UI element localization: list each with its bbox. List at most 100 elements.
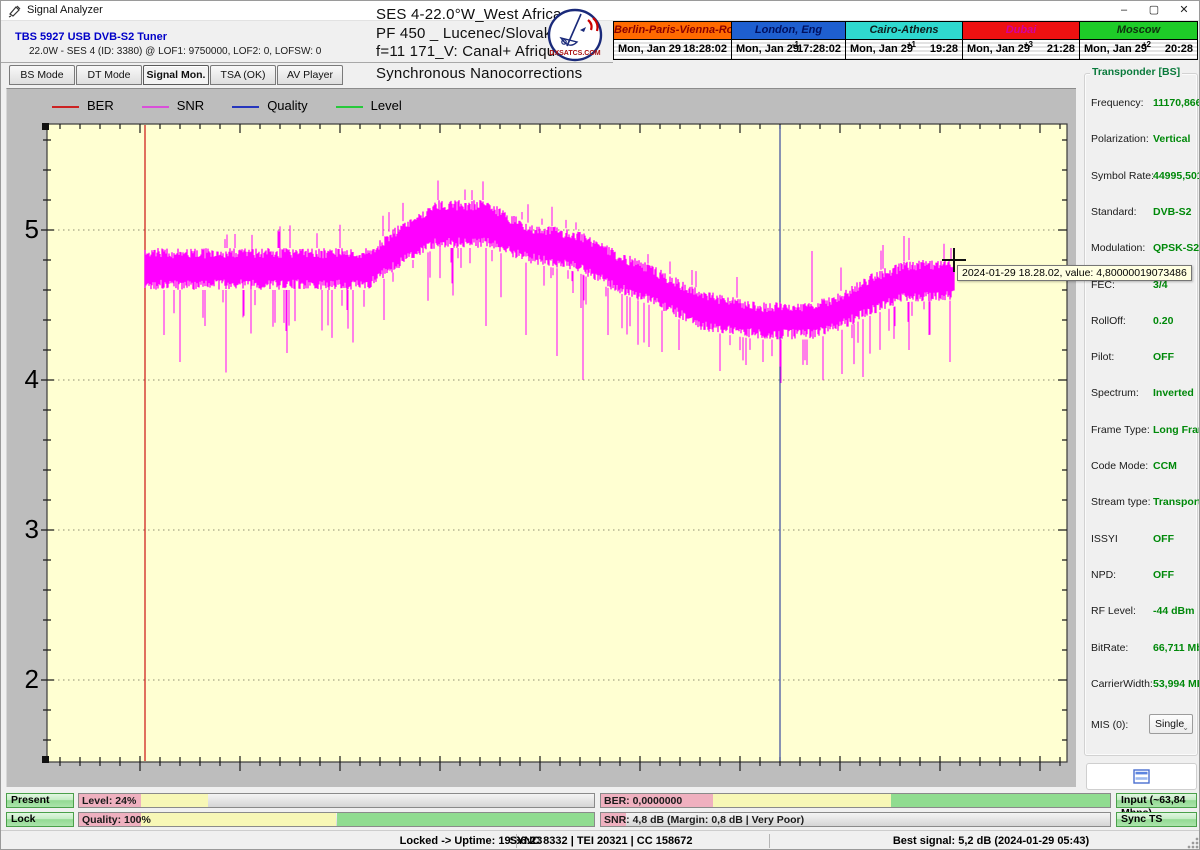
mode-tabs: BS ModeDT ModeSignal Mon.TSA (OK)AV Play… xyxy=(9,65,344,86)
clock-date: Mon, Jan 29 xyxy=(967,43,1030,55)
clock-time-row: Mon, Jan 29 -1 17:28:02 xyxy=(732,40,845,59)
sidebar-value-9: Long Frame xyxy=(1153,424,1200,436)
progress-bar-quality: Quality: 100% xyxy=(78,812,595,827)
sidebar-label-13: NPD: xyxy=(1091,569,1116,581)
progress-bar-snr: SNR: 4,8 dB (Margin: 0,8 dB | Very Poor) xyxy=(600,812,1111,827)
transponder-sidebar: Transponder [BS] Frequency:11170,866 MHz… xyxy=(1084,61,1199,791)
clock-city: Berlin-Paris-Vienna-Roma xyxy=(614,22,731,40)
progress-segment xyxy=(713,794,891,807)
clock-utc-offset: +2 xyxy=(1142,40,1151,49)
header-line-site: PF 450 _ Lucenec/Slovakia xyxy=(376,25,564,42)
legend-swatch xyxy=(52,106,79,108)
header-line-subtitle: Synchronous Nanocorrections xyxy=(376,65,582,82)
clock-time-row: Mon, Jan 29 +2 20:28 xyxy=(1080,40,1197,59)
sidebar-label-16: CarrierWidth: xyxy=(1091,678,1153,690)
statusbar-best-signal: Best signal: 5,2 dB (2024-01-29 05:43) xyxy=(821,835,1161,847)
chart-panel: BERSNRQualityLevel 5432 xyxy=(6,88,1076,787)
transponder-groupbox: Frequency: 11170,866 MHz Polarization: Vert… xyxy=(1084,73,1198,756)
mis-selected-value: Single xyxy=(1155,718,1184,730)
tab-signal-mon-[interactable]: Signal Mon. xyxy=(143,65,209,85)
close-button[interactable]: ✕ xyxy=(1169,1,1199,20)
clock-panel-4: Moscow Mon, Jan 29 +2 20:28 xyxy=(1080,21,1198,60)
y-axis-tick-label: 5 xyxy=(9,214,39,245)
header-divider xyxy=(1,62,613,63)
clock-city: Cairo-Athens xyxy=(846,22,962,40)
sidebar-value-1: Vertical xyxy=(1153,133,1190,145)
sidebar-value-4: QPSK-S2 xyxy=(1153,242,1199,254)
mis-dropdown[interactable]: Single ⌄ xyxy=(1149,714,1193,734)
progress-segment xyxy=(141,794,208,807)
mis-label: MIS (0): xyxy=(1091,719,1128,731)
sidebar-value-2: 44995,501 KS/s xyxy=(1153,170,1200,182)
clock-time-row: Mon, Jan 29 18:28:02 xyxy=(614,40,731,59)
progress-label: Level: 24% xyxy=(82,795,136,807)
progress-bar-ber: BER: 0,0000000 xyxy=(600,793,1111,808)
sidebar-value-12: OFF xyxy=(1153,533,1174,545)
legend-label: Level xyxy=(371,98,402,113)
progress-segment xyxy=(337,813,595,826)
sidebar-value-10: CCM xyxy=(1153,460,1177,472)
clock-time: 21:28 xyxy=(1047,43,1075,55)
progress-segment xyxy=(891,794,1110,807)
sidebar-label-1: Polarization: xyxy=(1091,133,1149,145)
sidebar-label-0: Frequency: xyxy=(1091,97,1144,109)
chart-plot[interactable] xyxy=(47,124,1067,767)
clock-panel-0: Berlin-Paris-Vienna-Roma Mon, Jan 29 18:… xyxy=(613,21,732,60)
header-line-satellite: SES 4-22.0°W_West Africa xyxy=(376,6,562,23)
legend-swatch xyxy=(232,106,259,108)
sidebar-label-14: RF Level: xyxy=(1091,605,1136,617)
status-badge-input-63-84-mbps-: Input (~63,84 Mbps) xyxy=(1116,793,1197,808)
sidebar-label-12: ISSYI xyxy=(1091,533,1118,545)
dxsatcs-logo: DXSATCS.COM xyxy=(547,8,603,67)
sidebar-label-8: Spectrum: xyxy=(1091,387,1139,399)
sidebar-value-14: -44 dBm xyxy=(1153,605,1194,617)
progress-label: Quality: 100% xyxy=(82,814,151,826)
legend-swatch xyxy=(336,106,363,108)
minimize-button[interactable]: – xyxy=(1109,1,1139,20)
clock-date: Mon, Jan 29 xyxy=(1084,43,1147,55)
tab-dt-mode[interactable]: DT Mode xyxy=(76,65,142,85)
progress-label: SNR: 4,8 dB (Margin: 0,8 dB | Very Poor) xyxy=(604,814,804,826)
sidebar-value-7: OFF xyxy=(1153,351,1174,363)
resize-grip[interactable] xyxy=(1187,837,1199,849)
tuner-name: TBS 5927 USB DVB-S2 Tuner xyxy=(15,31,167,43)
clock-date: Mon, Jan 29 xyxy=(850,43,913,55)
legend-item-ber: BER xyxy=(52,98,114,113)
clock-utc-offset: +1 xyxy=(907,40,916,49)
clock-time: 17:28:02 xyxy=(797,43,841,55)
world-clocks: Berlin-Paris-Vienna-Roma Mon, Jan 29 18:… xyxy=(613,21,1198,60)
tuner-details: 22.0W - SES 4 (ID: 3380) @ LOF1: 9750000… xyxy=(29,46,321,57)
y-axis-tick-label: 3 xyxy=(9,514,39,545)
tab-tsa-ok-[interactable]: TSA (OK) xyxy=(210,65,276,85)
sidebar-label-10: Code Mode: xyxy=(1091,460,1148,472)
sidebar-value-13: OFF xyxy=(1153,569,1174,581)
sidebar-value-0: 11170,866 MHz xyxy=(1153,97,1200,109)
sidebar-label-4: Modulation: xyxy=(1091,242,1145,254)
status-badge-present: Present xyxy=(6,793,74,808)
clock-time: 18:28:02 xyxy=(683,43,727,55)
report-icon xyxy=(1133,769,1150,784)
clock-date: Mon, Jan 29 xyxy=(618,43,681,55)
sidebar-value-15: 66,711 Mbit/s xyxy=(1153,642,1200,654)
statusbar: Locked -> Uptime: 19:36:23 SYNC 8332 | T… xyxy=(1,830,1200,850)
clock-time: 20:28 xyxy=(1165,43,1193,55)
logo-text: DXSATCS.COM xyxy=(549,50,600,57)
tab-av-player[interactable]: AV Player xyxy=(277,65,343,85)
sidebar-label-11: Stream type: xyxy=(1091,496,1151,508)
tab-bs-mode[interactable]: BS Mode xyxy=(9,65,75,85)
legend-swatch xyxy=(142,106,169,108)
app-icon xyxy=(8,4,22,18)
clock-utc-offset: +3 xyxy=(1024,40,1033,49)
sidebar-label-6: RollOff: xyxy=(1091,315,1126,327)
legend-label: Quality xyxy=(267,98,307,113)
clock-time-row: Mon, Jan 29 +1 19:28 xyxy=(846,40,962,59)
header-line-frequency: f=11 171_V: Canal+ Afrique xyxy=(376,43,564,60)
maximize-button[interactable]: ▢ xyxy=(1139,1,1169,20)
clock-time: 19:28 xyxy=(930,43,958,55)
signal-analyzer-window: Signal Analyzer – ▢ ✕ TBS 5927 USB DVB-S… xyxy=(0,0,1200,850)
capture-report-button[interactable] xyxy=(1086,763,1197,790)
chevron-down-icon: ⌄ xyxy=(1182,719,1189,737)
clock-panel-3: Dubai Mon, Jan 29 +3 21:28 xyxy=(963,21,1080,60)
chart-legend: BERSNRQualityLevel xyxy=(52,97,430,115)
sidebar-label-2: Symbol Rate: xyxy=(1091,170,1154,182)
